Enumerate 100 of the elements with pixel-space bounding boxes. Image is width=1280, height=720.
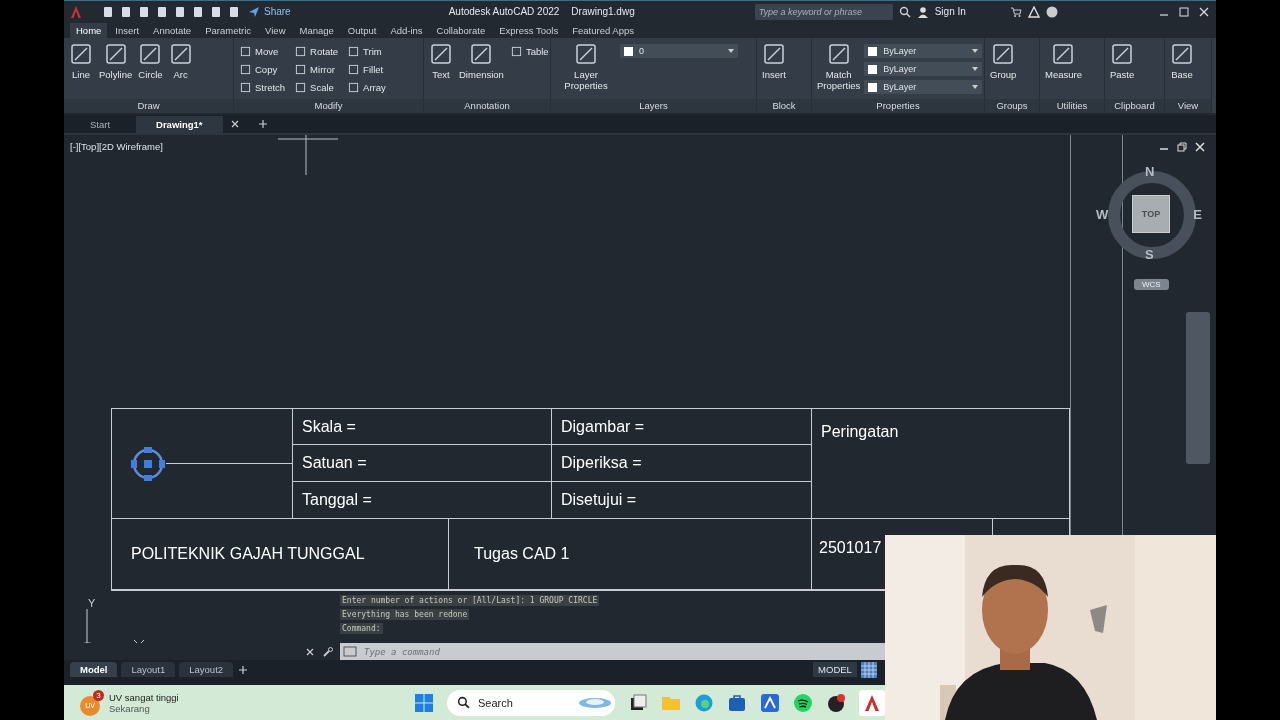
search-field[interactable]: Type a keyword or phrase xyxy=(754,3,893,20)
ribbon-button[interactable]: Mirror xyxy=(292,60,342,78)
maximize-icon[interactable] xyxy=(1178,5,1190,18)
close-icon[interactable] xyxy=(1194,141,1206,153)
cart-icon[interactable] xyxy=(1009,5,1022,18)
ribbon-button[interactable]: Rotate xyxy=(292,42,342,60)
dropdown[interactable]: ByLayer xyxy=(864,80,983,94)
ribbon-button[interactable]: Scale xyxy=(292,78,342,96)
ribbon-button[interactable]: Array xyxy=(345,78,389,96)
ribbon-button[interactable]: Text xyxy=(427,42,455,80)
ribbon-button[interactable]: Measure xyxy=(1043,42,1084,80)
panel-title[interactable]: Modify xyxy=(234,99,423,113)
title-block-text: Tanggal = xyxy=(302,491,372,509)
restore-icon[interactable] xyxy=(1176,141,1188,153)
notification-title[interactable]: UV sangat tinggi xyxy=(109,691,179,703)
window-icon[interactable] xyxy=(628,692,648,713)
toolbar-icon[interactable] xyxy=(192,5,204,18)
ribbon-button[interactable]: Arc xyxy=(166,42,195,80)
panel-title[interactable]: Utilities xyxy=(1040,99,1104,113)
title-block-text: Skala = xyxy=(302,417,356,436)
ribbon-tab[interactable]: Parametric xyxy=(199,23,258,38)
panel-title[interactable]: Annotation xyxy=(424,99,550,113)
model-space-button[interactable]: MODEL xyxy=(813,662,857,677)
ribbon-button[interactable]: Circle xyxy=(136,42,165,80)
document-tab[interactable]: Drawing1* xyxy=(136,115,223,133)
panel-title[interactable]: Block xyxy=(757,99,811,113)
ribbon-tab[interactable]: View xyxy=(259,23,292,38)
layout-tab[interactable]: Layout1 xyxy=(121,662,176,677)
ribbon-tab[interactable]: Express Tools xyxy=(493,23,565,38)
toolbar-icon[interactable] xyxy=(174,5,186,18)
user-icon xyxy=(916,5,929,18)
viewport-label[interactable]: [-][Top][2D Wireframe] xyxy=(70,141,163,152)
ribbon-button[interactable]: Trim xyxy=(345,42,389,60)
ribbon-tab[interactable]: Add-ins xyxy=(384,23,429,38)
cad-app-icon[interactable] xyxy=(859,689,885,716)
panel-title[interactable]: Clipboard xyxy=(1105,99,1164,113)
close-icon[interactable] xyxy=(1198,5,1210,18)
ribbon-tab[interactable]: Insert xyxy=(109,23,146,38)
toolbar-icon[interactable] xyxy=(228,5,240,18)
search-icon xyxy=(457,696,470,709)
ribbon-button[interactable]: Polyline xyxy=(97,42,135,80)
tool-icon xyxy=(103,42,128,66)
ribbon-button[interactable]: Stretch xyxy=(237,78,289,96)
ribbon-button[interactable]: Copy xyxy=(237,60,289,78)
ribbon-tab[interactable]: Home xyxy=(70,23,108,38)
ucs-menu[interactable]: WCS xyxy=(1134,279,1169,290)
toolbar-icon[interactable] xyxy=(138,5,150,18)
panel-title[interactable]: Groups xyxy=(985,99,1039,113)
logo-icon[interactable] xyxy=(70,4,82,19)
compass-west[interactable]: W xyxy=(1096,207,1109,222)
command-input[interactable]: Type a command xyxy=(360,643,885,660)
panel-title[interactable]: Properties xyxy=(812,99,984,113)
viewcube-face[interactable]: TOP xyxy=(1132,195,1170,233)
ribbon-button[interactable]: Match Properties xyxy=(815,42,863,91)
search-icon[interactable] xyxy=(898,5,911,18)
layout-tab[interactable]: Layout2 xyxy=(179,662,234,677)
ribbon-button[interactable]: Line xyxy=(67,42,95,80)
panel-title[interactable]: View xyxy=(1165,99,1211,113)
app-icon[interactable] xyxy=(760,692,780,713)
ribbon-button[interactable]: Insert xyxy=(760,42,788,80)
ribbon-tab[interactable]: Annotate xyxy=(147,23,198,38)
ribbon-button[interactable]: Table xyxy=(507,42,550,60)
title-block-text: Satuan = xyxy=(302,454,367,472)
dropdown[interactable]: ByLayer xyxy=(864,44,983,58)
ribbon-button[interactable]: Group xyxy=(988,42,1019,80)
toolbar-icon[interactable] xyxy=(210,5,222,18)
panel-title[interactable]: Draw xyxy=(64,99,233,113)
grid-icon[interactable] xyxy=(860,661,877,678)
document-tab[interactable]: Start xyxy=(70,115,131,133)
share-button[interactable]: Share xyxy=(246,5,293,18)
compass-south[interactable]: S xyxy=(1145,247,1154,262)
layout-tab[interactable]: Model xyxy=(70,662,118,677)
ribbon-button[interactable]: Base xyxy=(1168,42,1196,80)
windows-start-icon[interactable] xyxy=(414,692,434,713)
taskbar-search[interactable]: Search xyxy=(447,689,615,716)
ribbon-button[interactable]: Fillet xyxy=(345,60,389,78)
toolbar-icon[interactable] xyxy=(102,5,114,18)
toolbar-icon[interactable] xyxy=(156,5,168,18)
toolbar-icon[interactable] xyxy=(120,5,132,18)
notification-badge: 3 xyxy=(93,689,104,701)
sign-in-link[interactable]: Sign In xyxy=(934,6,966,17)
store-icon[interactable] xyxy=(727,692,747,713)
wrench-icon[interactable] xyxy=(322,645,334,658)
ribbon-tab[interactable]: Collaborate xyxy=(430,23,492,38)
ribbon-tab[interactable]: Output xyxy=(341,23,383,38)
ribbon-button[interactable]: Paste xyxy=(1108,42,1137,80)
add-tab-icon[interactable] xyxy=(237,663,250,676)
triangle-icon[interactable] xyxy=(1027,5,1040,18)
panel-title[interactable]: Layers xyxy=(551,99,756,113)
ribbon-button[interactable]: Move xyxy=(237,42,289,60)
dropdown[interactable]: ByLayer xyxy=(864,62,983,76)
ribbon-tab[interactable]: Manage xyxy=(293,23,340,38)
add-tab-icon[interactable] xyxy=(256,118,269,130)
ribbon-tab[interactable]: Featured Apps xyxy=(566,23,640,38)
compass-east[interactable]: E xyxy=(1193,207,1202,222)
dropdown[interactable]: 0 xyxy=(620,44,738,58)
ribbon-button[interactable]: Dimension xyxy=(457,42,506,80)
music-icon[interactable] xyxy=(793,692,813,713)
ribbon-button[interactable]: Layer Properties xyxy=(554,42,618,91)
compass-north[interactable]: N xyxy=(1145,164,1155,179)
